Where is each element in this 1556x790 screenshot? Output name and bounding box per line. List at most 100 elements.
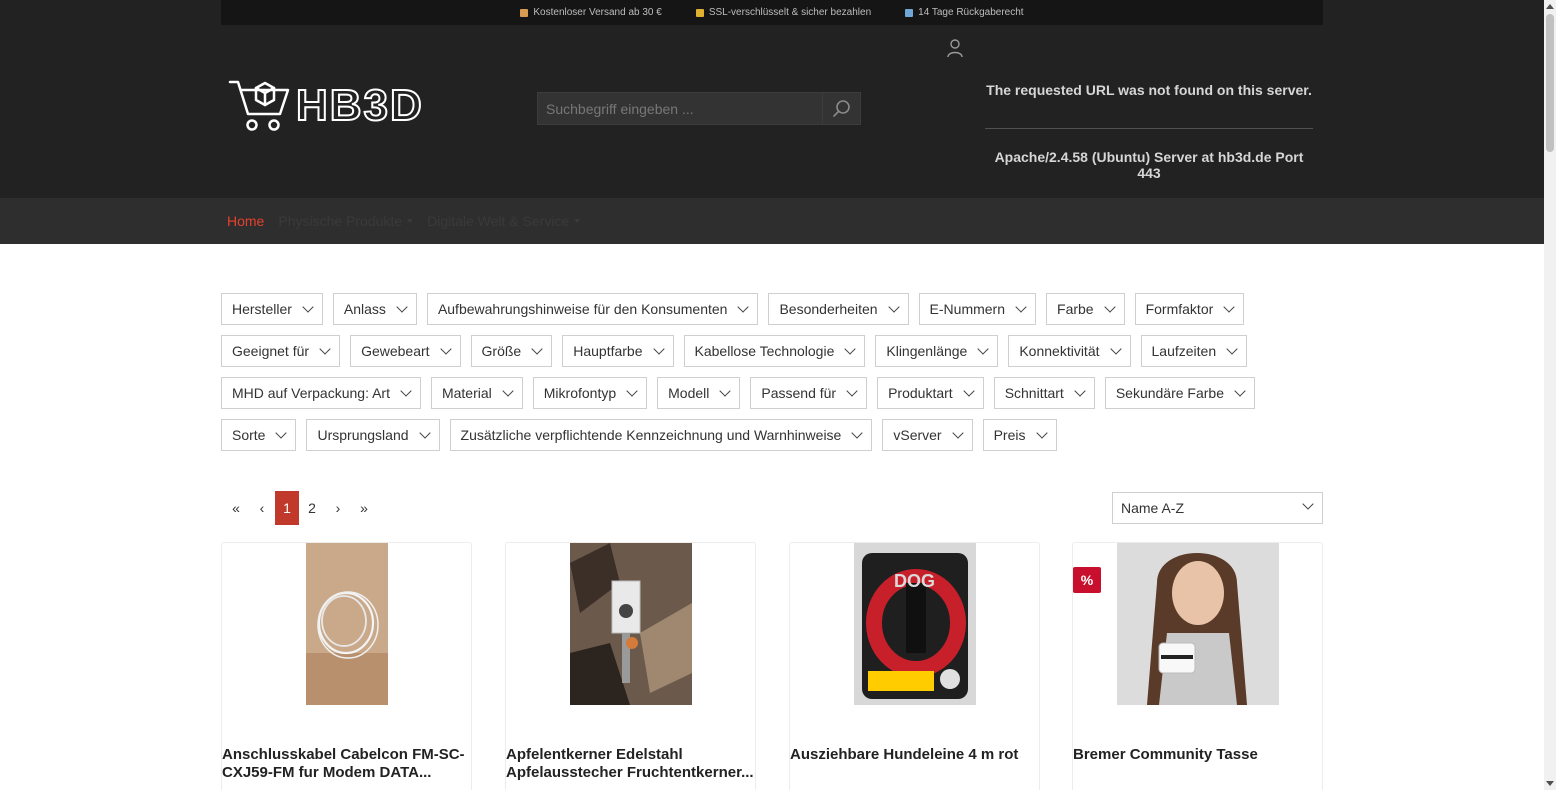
topbar-item-shipping: Kostenloser Versand ab 30 € bbox=[520, 7, 662, 18]
pagination: « ‹ 1 2 › » bbox=[223, 491, 377, 525]
filter-dropdown[interactable]: Ursprungsland bbox=[306, 419, 440, 451]
filter-label: Kabellose Technologie bbox=[694, 343, 835, 359]
nav-item-home[interactable]: Home bbox=[227, 213, 264, 229]
chevron-down-icon bbox=[1074, 385, 1086, 397]
nav-item-digital[interactable]: Digitale Welt & Service bbox=[427, 213, 581, 229]
top-info-bar: Kostenloser Versand ab 30 € SSL-verschlü… bbox=[221, 0, 1323, 25]
chevron-down-icon bbox=[1226, 343, 1238, 355]
filter-dropdown[interactable]: Sorte bbox=[221, 419, 297, 451]
filter-dropdown[interactable]: Konnektivität bbox=[1008, 335, 1131, 367]
sort-select[interactable]: Name A-Z bbox=[1112, 492, 1323, 524]
filter-label: Aufbewahrungshinweise für den Konsumente… bbox=[437, 301, 728, 317]
filter-dropdown[interactable]: Geeignet für bbox=[221, 335, 341, 367]
product-title[interactable]: Bremer Community Tasse bbox=[1073, 746, 1321, 764]
filter-dropdown[interactable]: Hersteller bbox=[221, 293, 323, 325]
user-icon bbox=[947, 39, 963, 58]
search-icon bbox=[833, 100, 850, 117]
filter-dropdown[interactable]: Kabellose Technologie bbox=[683, 335, 866, 367]
filter-dropdown[interactable]: Anlass bbox=[332, 293, 417, 325]
filter-dropdown[interactable]: Laufzeiten bbox=[1140, 335, 1248, 367]
site-logo[interactable]: HB3D bbox=[228, 76, 460, 136]
filter-dropdown[interactable]: MHD auf Verpackung: Art bbox=[221, 377, 421, 409]
chevron-down-icon bbox=[1223, 301, 1235, 313]
product-title[interactable]: Anschlusskabel Cabelcon FM-SC-CXJ59-FM f… bbox=[222, 746, 470, 782]
filter-label: E-Nummern bbox=[929, 301, 1006, 317]
chevron-down-icon bbox=[400, 385, 412, 397]
svg-text:DOG: DOG bbox=[894, 571, 935, 591]
product-card[interactable]: Anschlusskabel Cabelcon FM-SC-CXJ59-FM f… bbox=[221, 542, 472, 790]
filter-label: Anlass bbox=[343, 301, 386, 317]
search-box bbox=[537, 92, 861, 125]
package-icon bbox=[520, 8, 529, 17]
sort-value: Name A-Z bbox=[1121, 500, 1185, 516]
pagination-last[interactable]: » bbox=[351, 491, 377, 525]
pagination-page-2[interactable]: 2 bbox=[299, 491, 325, 525]
filter-dropdown[interactable]: Größe bbox=[470, 335, 553, 367]
filter-dropdown[interactable]: Formfaktor bbox=[1134, 293, 1245, 325]
scroll-down-icon[interactable] bbox=[1546, 781, 1554, 786]
scrollbar-thumb[interactable] bbox=[1546, 14, 1554, 152]
nav-label: Digitale Welt & Service bbox=[427, 213, 570, 229]
filter-label: Sorte bbox=[232, 427, 266, 443]
chevron-down-icon bbox=[851, 427, 864, 439]
filter-dropdown[interactable]: Material bbox=[430, 377, 523, 409]
product-title[interactable]: Apfelentkerner Edelstahl Apfelausstecher… bbox=[506, 746, 754, 782]
filter-dropdown[interactable]: Preis bbox=[982, 419, 1057, 451]
chevron-down-icon bbox=[977, 343, 990, 355]
product-card[interactable]: % Bremer Community Tasse bbox=[1072, 542, 1323, 790]
filter-dropdown[interactable]: Modell bbox=[657, 377, 741, 409]
chevron-down-icon bbox=[1302, 498, 1314, 510]
topbar-text: 14 Tage Rückgaberecht bbox=[918, 7, 1024, 18]
product-grid: Anschlusskabel Cabelcon FM-SC-CXJ59-FM f… bbox=[221, 542, 1323, 790]
main-navigation: Home Physische Produkte Digitale Welt & … bbox=[0, 198, 1544, 244]
filter-row: Geeignet für Gewebeart Größe Hauptfarbe Kabe… bbox=[221, 335, 1331, 367]
product-image[interactable]: DOG bbox=[854, 543, 976, 705]
filter-label: Gewebeart bbox=[361, 343, 430, 359]
filter-label: MHD auf Verpackung: Art bbox=[232, 385, 390, 401]
filter-label: Größe bbox=[481, 343, 522, 359]
filter-label: Konnektivität bbox=[1019, 343, 1100, 359]
pagination-first[interactable]: « bbox=[223, 491, 249, 525]
filter-dropdown[interactable]: Produktart bbox=[877, 377, 984, 409]
product-image[interactable] bbox=[1117, 543, 1279, 705]
search-button[interactable] bbox=[822, 93, 860, 124]
page: Kostenloser Versand ab 30 € SSL-verschlü… bbox=[0, 0, 1544, 790]
nav-label: Physische Produkte bbox=[278, 213, 403, 229]
product-title[interactable]: Ausziehbare Hundeleine 4 m rot bbox=[790, 746, 1038, 764]
topbar-text: Kostenloser Versand ab 30 € bbox=[533, 7, 662, 18]
filter-dropdown[interactable]: Gewebeart bbox=[350, 335, 461, 367]
discount-badge: % bbox=[1073, 567, 1101, 593]
nav-item-physical[interactable]: Physische Produkte bbox=[278, 213, 414, 229]
filter-label: Hauptfarbe bbox=[573, 343, 643, 359]
account-button[interactable] bbox=[945, 38, 965, 58]
filter-dropdown[interactable]: Zusätzliche verpflichtende Kennzeichnung… bbox=[449, 419, 873, 451]
filter-dropdown[interactable]: Mikrofontyp bbox=[532, 377, 648, 409]
filter-dropdown[interactable]: E-Nummern bbox=[918, 293, 1037, 325]
product-image[interactable] bbox=[570, 543, 692, 705]
filter-dropdown[interactable]: Hauptfarbe bbox=[562, 335, 674, 367]
filter-dropdown[interactable]: Schnittart bbox=[993, 377, 1095, 409]
scroll-up-icon[interactable] bbox=[1546, 4, 1554, 9]
filter-dropdown[interactable]: Sekundäre Farbe bbox=[1104, 377, 1256, 409]
filter-dropdown[interactable]: Aufbewahrungshinweise für den Konsumente… bbox=[426, 293, 759, 325]
filter-dropdown[interactable]: vServer bbox=[882, 419, 973, 451]
pagination-next[interactable]: › bbox=[325, 491, 351, 525]
chevron-down-icon bbox=[1103, 301, 1116, 313]
product-card[interactable]: Apfelentkerner Edelstahl Apfelausstecher… bbox=[505, 542, 756, 790]
filter-label: Mikrofontyp bbox=[543, 385, 617, 401]
page-scrollbar[interactable] bbox=[1544, 0, 1556, 790]
filter-dropdown[interactable]: Besonderheiten bbox=[768, 293, 909, 325]
filter-dropdown[interactable]: Klingenlänge bbox=[875, 335, 999, 367]
pagination-prev[interactable]: ‹ bbox=[249, 491, 275, 525]
chevron-down-icon bbox=[887, 301, 900, 313]
filter-label: vServer bbox=[893, 427, 942, 443]
pagination-page-1[interactable]: 1 bbox=[275, 491, 299, 525]
search-input[interactable] bbox=[538, 93, 824, 124]
filter-dropdown[interactable]: Passend für bbox=[750, 377, 868, 409]
chevron-down-icon bbox=[502, 385, 514, 397]
chevron-down-icon bbox=[963, 385, 975, 397]
product-image[interactable] bbox=[306, 543, 388, 705]
product-card[interactable]: DOG Ausziehbare Hundeleine 4 m rot bbox=[789, 542, 1040, 790]
error-message: The requested URL was not found on this … bbox=[985, 74, 1313, 181]
filter-dropdown[interactable]: Farbe bbox=[1046, 293, 1125, 325]
